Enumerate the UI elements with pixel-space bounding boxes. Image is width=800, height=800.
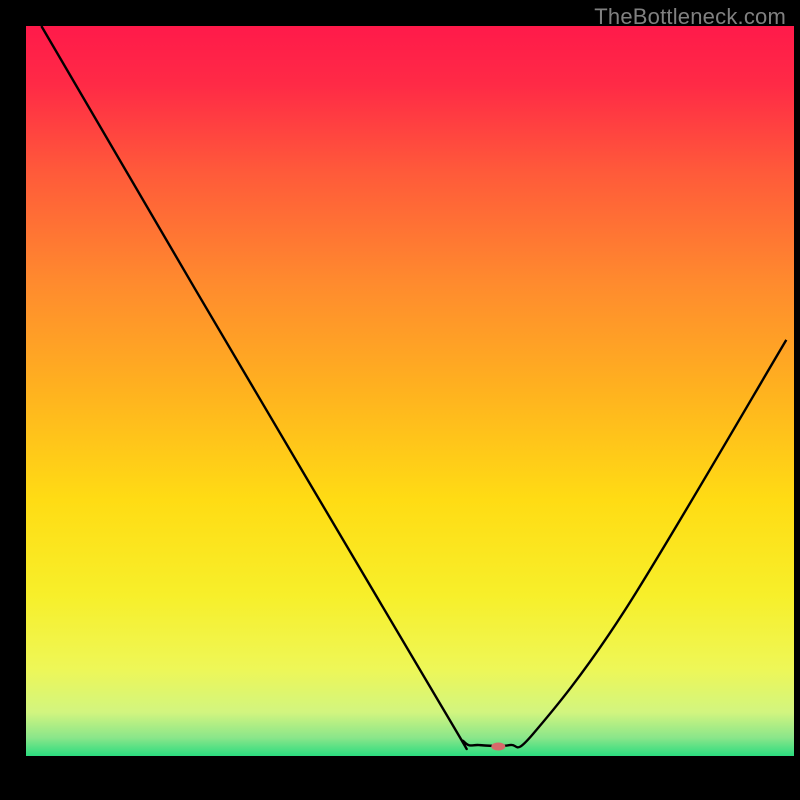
plot-background <box>26 26 794 756</box>
optimal-marker <box>491 743 505 751</box>
watermark-text: TheBottleneck.com <box>594 4 786 30</box>
bottleneck-chart <box>0 0 800 800</box>
chart-frame: TheBottleneck.com <box>0 0 800 800</box>
